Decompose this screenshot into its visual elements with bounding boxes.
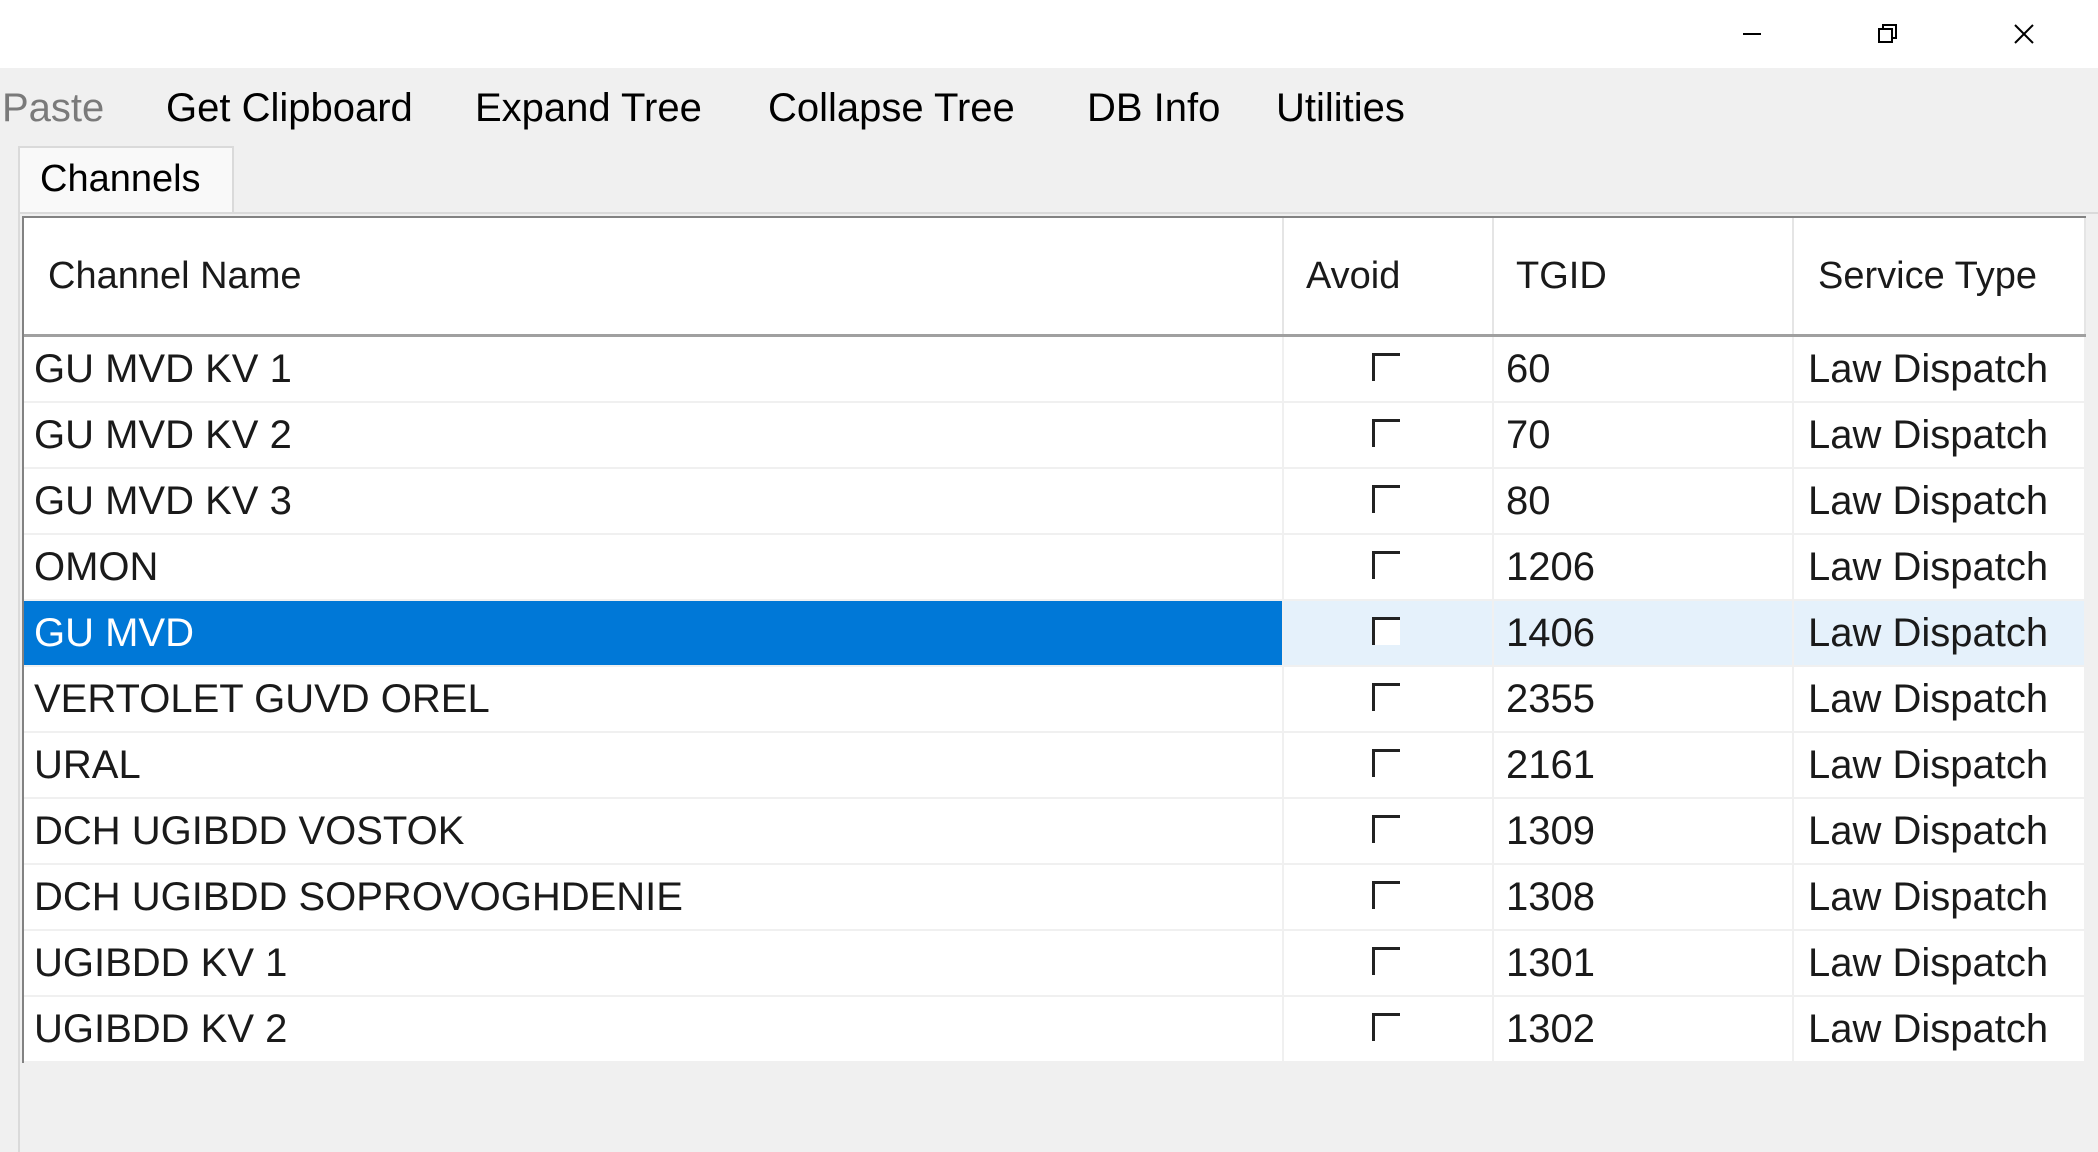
minimize-button[interactable] [1684,0,1820,68]
restore-button[interactable] [1820,0,1956,68]
avoid-checkbox[interactable] [1372,683,1400,711]
avoid-checkbox[interactable] [1372,551,1400,579]
menu-bar: Paste Get Clipboard Expand Tree Collapse… [0,68,2098,148]
avoid-checkbox[interactable] [1372,947,1400,975]
cell-avoid [1284,469,1494,533]
grid-body: GU MVD KV 1 60 Law Dispatch GU MVD KV 2 70 La… [24,337,2086,1063]
cell-avoid [1284,931,1494,995]
cell-tgid[interactable]: 2161 [1494,733,1794,797]
cell-channel-name[interactable]: DCH UGIBDD SOPROVOGHDENIE [24,865,1284,929]
cell-avoid [1284,337,1494,401]
restore-icon [1878,24,1897,43]
avoid-checkbox[interactable] [1372,485,1400,513]
cell-tgid[interactable]: 1309 [1494,799,1794,863]
close-icon [2014,24,2034,44]
cell-channel-name[interactable]: DCH UGIBDD VOSTOK [24,799,1284,863]
avoid-checkbox[interactable] [1372,815,1400,843]
cell-tgid[interactable]: 1206 [1494,535,1794,599]
cell-avoid [1284,601,1494,665]
title-bar [0,0,2098,68]
cell-avoid [1284,667,1494,731]
table-row[interactable]: GU MVD 1406 Law Dispatch [24,601,2086,667]
table-row[interactable]: GU MVD KV 3 80 Law Dispatch [24,469,2086,535]
cell-channel-name[interactable]: UGIBDD KV 2 [24,997,1284,1061]
grid-header: Channel Name Avoid TGID Service Type [24,218,2086,337]
table-row[interactable]: VERTOLET GUVD OREL 2355 Law Dispatch [24,667,2086,733]
cell-service-type[interactable]: Law Dispatch [1794,865,2086,929]
cell-channel-name[interactable]: VERTOLET GUVD OREL [24,667,1284,731]
column-header-service-type[interactable]: Service Type [1794,218,2086,334]
tab-channels[interactable]: Channels [18,146,234,212]
cell-service-type[interactable]: Law Dispatch [1794,799,2086,863]
cell-avoid [1284,535,1494,599]
table-row[interactable]: DCH UGIBDD VOSTOK 1309 Law Dispatch [24,799,2086,865]
cell-avoid [1284,799,1494,863]
cell-channel-name[interactable]: UGIBDD KV 1 [24,931,1284,995]
cell-service-type[interactable]: Law Dispatch [1794,535,2086,599]
table-row[interactable]: URAL 2161 Law Dispatch [24,733,2086,799]
table-row[interactable]: DCH UGIBDD SOPROVOGHDENIE 1308 Law Dispatc… [24,865,2086,931]
menu-db-info[interactable]: DB Info [1087,82,1220,134]
cell-avoid [1284,997,1494,1061]
cell-tgid[interactable]: 1308 [1494,865,1794,929]
close-button[interactable] [1956,0,2092,68]
menu-utilities[interactable]: Utilities [1276,82,1405,134]
cell-service-type[interactable]: Law Dispatch [1794,601,2086,665]
cell-channel-name[interactable]: URAL [24,733,1284,797]
cell-channel-name[interactable]: GU MVD [24,601,1284,665]
cell-tgid[interactable]: 60 [1494,337,1794,401]
cell-channel-name[interactable]: GU MVD KV 2 [24,403,1284,467]
avoid-checkbox[interactable] [1372,749,1400,777]
channels-grid: Channel Name Avoid TGID Service Type GU … [22,216,2086,1063]
avoid-checkbox[interactable] [1372,617,1400,645]
table-row[interactable]: UGIBDD KV 1 1301 Law Dispatch [24,931,2086,997]
table-row[interactable]: GU MVD KV 1 60 Law Dispatch [24,337,2086,403]
cell-avoid [1284,733,1494,797]
cell-channel-name[interactable]: GU MVD KV 3 [24,469,1284,533]
menu-expand-tree[interactable]: Expand Tree [475,82,702,134]
cell-service-type[interactable]: Law Dispatch [1794,667,2086,731]
cell-channel-name[interactable]: GU MVD KV 1 [24,337,1284,401]
table-row[interactable]: GU MVD KV 2 70 Law Dispatch [24,403,2086,469]
cell-service-type[interactable]: Law Dispatch [1794,403,2086,467]
cell-avoid [1284,403,1494,467]
cell-service-type[interactable]: Law Dispatch [1794,733,2086,797]
minimize-icon [1743,33,1761,35]
cell-tgid[interactable]: 80 [1494,469,1794,533]
column-header-tgid[interactable]: TGID [1494,218,1794,334]
column-header-avoid[interactable]: Avoid [1284,218,1494,334]
table-row[interactable]: OMON 1206 Law Dispatch [24,535,2086,601]
cell-service-type[interactable]: Law Dispatch [1794,337,2086,401]
cell-tgid[interactable]: 1301 [1494,931,1794,995]
table-row[interactable]: UGIBDD KV 2 1302 Law Dispatch [24,997,2086,1063]
cell-tgid[interactable]: 70 [1494,403,1794,467]
cell-service-type[interactable]: Law Dispatch [1794,931,2086,995]
column-header-channel-name[interactable]: Channel Name [24,218,1284,334]
cell-service-type[interactable]: Law Dispatch [1794,997,2086,1061]
menu-paste[interactable]: Paste [2,82,104,134]
avoid-checkbox[interactable] [1372,881,1400,909]
cell-channel-name[interactable]: OMON [24,535,1284,599]
avoid-checkbox[interactable] [1372,353,1400,381]
cell-service-type[interactable]: Law Dispatch [1794,469,2086,533]
cell-avoid [1284,865,1494,929]
menu-collapse-tree[interactable]: Collapse Tree [768,82,1015,134]
cell-tgid[interactable]: 1406 [1494,601,1794,665]
cell-tgid[interactable]: 2355 [1494,667,1794,731]
cell-tgid[interactable]: 1302 [1494,997,1794,1061]
avoid-checkbox[interactable] [1372,1013,1400,1041]
menu-get-clipboard[interactable]: Get Clipboard [166,82,413,134]
avoid-checkbox[interactable] [1372,419,1400,447]
